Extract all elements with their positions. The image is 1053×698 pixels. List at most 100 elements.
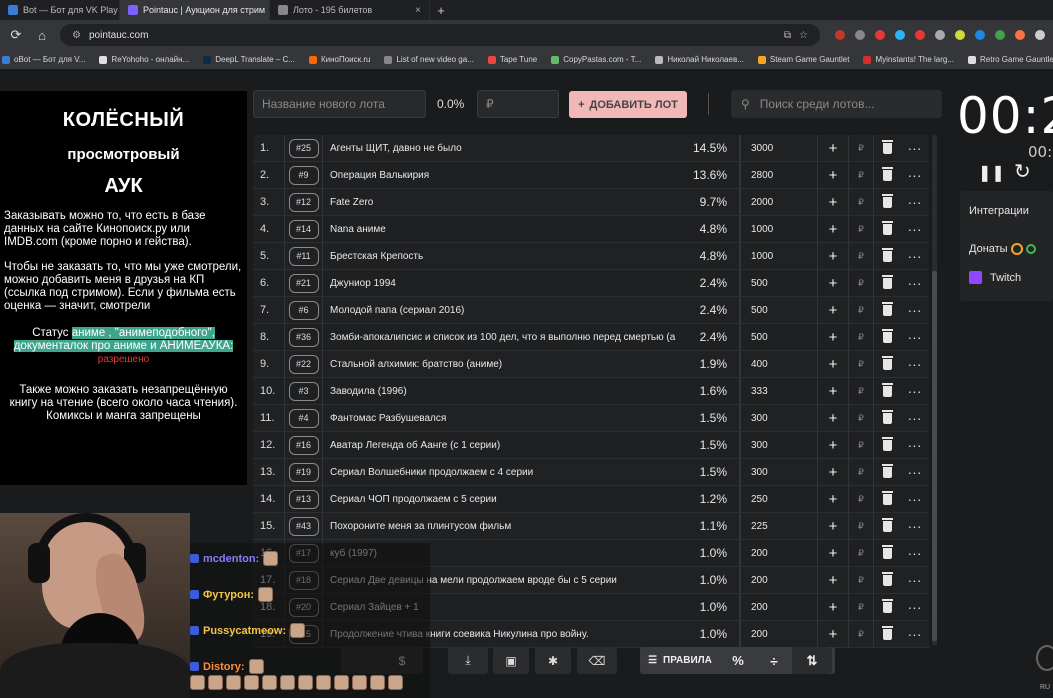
delete-lot-button[interactable]: [874, 486, 900, 512]
delete-lot-button[interactable]: [874, 324, 900, 350]
sort-button[interactable]: ⇅: [792, 647, 832, 674]
add-amount-button[interactable]: +: [818, 594, 848, 620]
lot-id-badge[interactable]: #9: [288, 165, 319, 185]
lot-amount[interactable]: 500: [740, 324, 818, 350]
lot-amount[interactable]: 2000: [740, 189, 818, 215]
delete-lot-button[interactable]: [874, 459, 900, 485]
more-options-button[interactable]: ···: [900, 189, 929, 215]
amount-input[interactable]: ₽: [848, 216, 874, 242]
lot-amount[interactable]: 200: [740, 540, 818, 566]
more-options-button[interactable]: ···: [900, 378, 929, 404]
reset-icon[interactable]: ↻: [1014, 159, 1031, 184]
lot-id-badge[interactable]: #12: [288, 192, 319, 212]
amount-input[interactable]: ₽: [848, 189, 874, 215]
more-options-button[interactable]: ···: [900, 135, 929, 161]
add-amount-button[interactable]: +: [818, 432, 848, 458]
bookmark-item[interactable]: Николай Николаев...: [655, 55, 744, 64]
site-info-icon[interactable]: ⚙: [72, 30, 81, 41]
more-options-button[interactable]: ···: [900, 243, 929, 269]
lot-amount[interactable]: 1000: [740, 243, 818, 269]
new-lot-amount-input[interactable]: ₽: [477, 90, 559, 118]
more-options-button[interactable]: ···: [900, 621, 929, 647]
delete-lot-button[interactable]: [874, 351, 900, 377]
delete-lot-button[interactable]: [874, 513, 900, 539]
extension-icon[interactable]: [895, 30, 905, 40]
bookmark-item[interactable]: Steam Game Gauntlet: [757, 55, 849, 64]
delete-lot-button[interactable]: [874, 405, 900, 431]
bookmark-item[interactable]: Myinstants! The larg...: [863, 55, 954, 64]
browser-tab[interactable]: Лото - 195 билетов ×: [270, 0, 430, 20]
browser-tab[interactable]: Bot — Бот для VK Play×: [0, 0, 120, 20]
pause-icon[interactable]: ❚❚: [978, 163, 1005, 183]
amount-input[interactable]: ₽: [848, 486, 874, 512]
more-options-button[interactable]: ···: [900, 405, 929, 431]
browser-tab[interactable]: Pointauc | Аукцион для стрим×: [120, 0, 270, 20]
bookmark-item[interactable]: ReYohoho - онлайн...: [99, 55, 189, 64]
bookmark-item[interactable]: oBot — Бот для V...: [2, 55, 85, 64]
lot-id-badge[interactable]: #3: [288, 381, 319, 401]
add-amount-button[interactable]: +: [818, 513, 848, 539]
lot-id-badge[interactable]: #25: [288, 138, 319, 158]
new-tab-button[interactable]: +: [430, 0, 452, 20]
bookmark-item[interactable]: List of new video ga...: [384, 55, 474, 64]
delete-lot-button[interactable]: [874, 621, 900, 647]
more-options-button[interactable]: ···: [900, 486, 929, 512]
lot-amount[interactable]: 225: [740, 513, 818, 539]
amount-input[interactable]: ₽: [848, 405, 874, 431]
lot-amount[interactable]: 500: [740, 297, 818, 323]
extension-icon[interactable]: [955, 30, 965, 40]
add-amount-button[interactable]: +: [818, 486, 848, 512]
amount-input[interactable]: ₽: [848, 513, 874, 539]
donations-row[interactable]: Донаты: [969, 243, 1036, 255]
amount-input[interactable]: ₽: [848, 243, 874, 269]
add-amount-button[interactable]: +: [818, 621, 848, 647]
lot-amount[interactable]: 200: [740, 594, 818, 620]
add-amount-button[interactable]: +: [818, 567, 848, 593]
extension-icon[interactable]: [975, 30, 985, 40]
bookmark-item[interactable]: Tape Tune: [487, 55, 537, 64]
delete-lot-button[interactable]: [874, 378, 900, 404]
amount-input[interactable]: ₽: [848, 621, 874, 647]
lot-id-badge[interactable]: #4: [288, 408, 319, 428]
amount-input[interactable]: ₽: [848, 432, 874, 458]
percent-toggle[interactable]: %: [720, 647, 756, 674]
add-amount-button[interactable]: +: [818, 351, 848, 377]
delete-lot-button[interactable]: [874, 594, 900, 620]
more-options-button[interactable]: ···: [900, 162, 929, 188]
bookmark-star-icon[interactable]: ☆: [799, 30, 808, 41]
add-amount-button[interactable]: +: [818, 405, 848, 431]
add-amount-button[interactable]: +: [818, 189, 848, 215]
save-button[interactable]: ▣: [493, 647, 529, 674]
delete-lot-button[interactable]: [874, 432, 900, 458]
delete-lot-button[interactable]: [874, 270, 900, 296]
add-amount-button[interactable]: +: [818, 135, 848, 161]
more-options-button[interactable]: ···: [900, 540, 929, 566]
more-options-button[interactable]: ···: [900, 513, 929, 539]
add-amount-button[interactable]: +: [818, 162, 848, 188]
delete-lot-button[interactable]: [874, 189, 900, 215]
more-options-button[interactable]: ···: [900, 324, 929, 350]
add-amount-button[interactable]: +: [818, 540, 848, 566]
bug-report-button[interactable]: ✱: [535, 647, 571, 674]
split-toggle[interactable]: ÷: [756, 647, 792, 674]
lot-id-badge[interactable]: #13: [288, 489, 319, 509]
extension-icon[interactable]: [995, 30, 1005, 40]
lot-amount[interactable]: 200: [740, 621, 818, 647]
bookmark-item[interactable]: DeepL Translate – С...: [203, 55, 295, 64]
delete-lot-button[interactable]: [874, 567, 900, 593]
lot-id-badge[interactable]: #14: [288, 219, 319, 239]
more-options-button[interactable]: ···: [900, 216, 929, 242]
download-button[interactable]: ⤓: [448, 647, 488, 674]
lot-id-badge[interactable]: #43: [288, 516, 319, 536]
amount-input[interactable]: ₽: [848, 459, 874, 485]
more-options-button[interactable]: ···: [900, 351, 929, 377]
more-options-button[interactable]: ···: [900, 567, 929, 593]
lot-id-badge[interactable]: #6: [288, 300, 319, 320]
extension-icon[interactable]: [875, 30, 885, 40]
bookmark-item[interactable]: КиноПоиск.ru: [308, 55, 370, 64]
amount-input[interactable]: ₽: [848, 324, 874, 350]
lot-amount[interactable]: 400: [740, 351, 818, 377]
round-control-icon[interactable]: [1036, 645, 1053, 671]
lot-id-badge[interactable]: #11: [288, 246, 319, 266]
extension-icon[interactable]: [835, 30, 845, 40]
